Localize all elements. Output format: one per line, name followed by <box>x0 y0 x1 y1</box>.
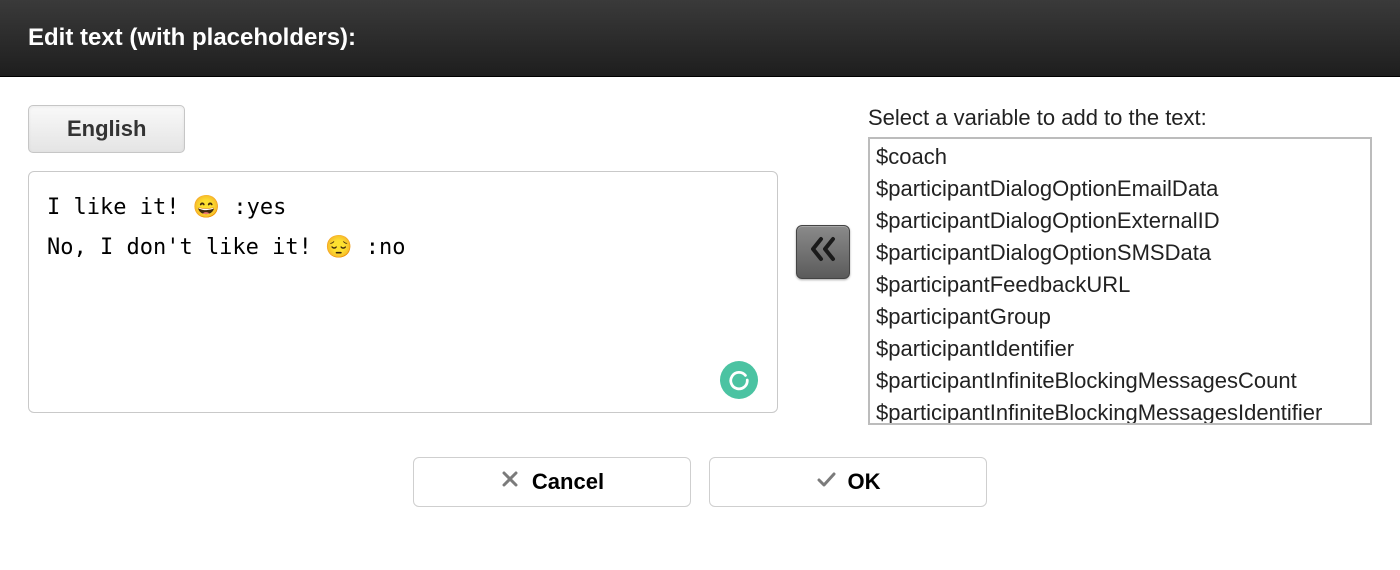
cancel-button[interactable]: Cancel <box>413 457 691 507</box>
ok-button[interactable]: OK <box>709 457 987 507</box>
editor-column: English <box>28 105 778 419</box>
chevron-double-left-icon <box>807 235 839 269</box>
variable-list[interactable]: $coach$participantDialogOptionEmailData$… <box>868 137 1372 425</box>
insert-variable-button[interactable] <box>796 225 850 279</box>
variable-item[interactable]: $participantDialogOptionSMSData <box>876 237 1364 269</box>
dialog-header: Edit text (with placeholders): <box>0 0 1400 77</box>
dialog-footer: Cancel OK <box>0 437 1400 535</box>
ok-label: OK <box>848 469 881 495</box>
variable-item[interactable]: $participantInfiniteBlockingMessagesIden… <box>876 397 1364 425</box>
variable-item[interactable]: $participantDialogOptionExternalID <box>876 205 1364 237</box>
variable-item[interactable]: $participantGroup <box>876 301 1364 333</box>
cancel-label: Cancel <box>532 469 604 495</box>
placeholder-text-editor[interactable] <box>28 171 778 413</box>
variable-column: Select a variable to add to the text: $c… <box>868 105 1372 425</box>
grammarly-icon[interactable] <box>720 361 758 399</box>
dialog-body: English S <box>0 77 1400 437</box>
variable-item[interactable]: $participantIdentifier <box>876 333 1364 365</box>
close-icon <box>500 469 520 495</box>
variable-item[interactable]: $participantDialogOptionEmailData <box>876 173 1364 205</box>
variable-item[interactable]: $participantFeedbackURL <box>876 269 1364 301</box>
check-icon <box>816 469 836 495</box>
editor-wrap <box>28 171 778 419</box>
insert-column <box>796 105 850 279</box>
language-tabs: English <box>28 105 778 153</box>
variable-item[interactable]: $participantInfiniteBlockingMessagesCoun… <box>876 365 1364 397</box>
edit-text-dialog: Edit text (with placeholders): English <box>0 0 1400 535</box>
tab-english[interactable]: English <box>28 105 185 153</box>
variable-item[interactable]: $coach <box>876 141 1364 173</box>
dialog-title: Edit text (with placeholders): <box>28 24 356 51</box>
variable-list-label: Select a variable to add to the text: <box>868 105 1372 131</box>
